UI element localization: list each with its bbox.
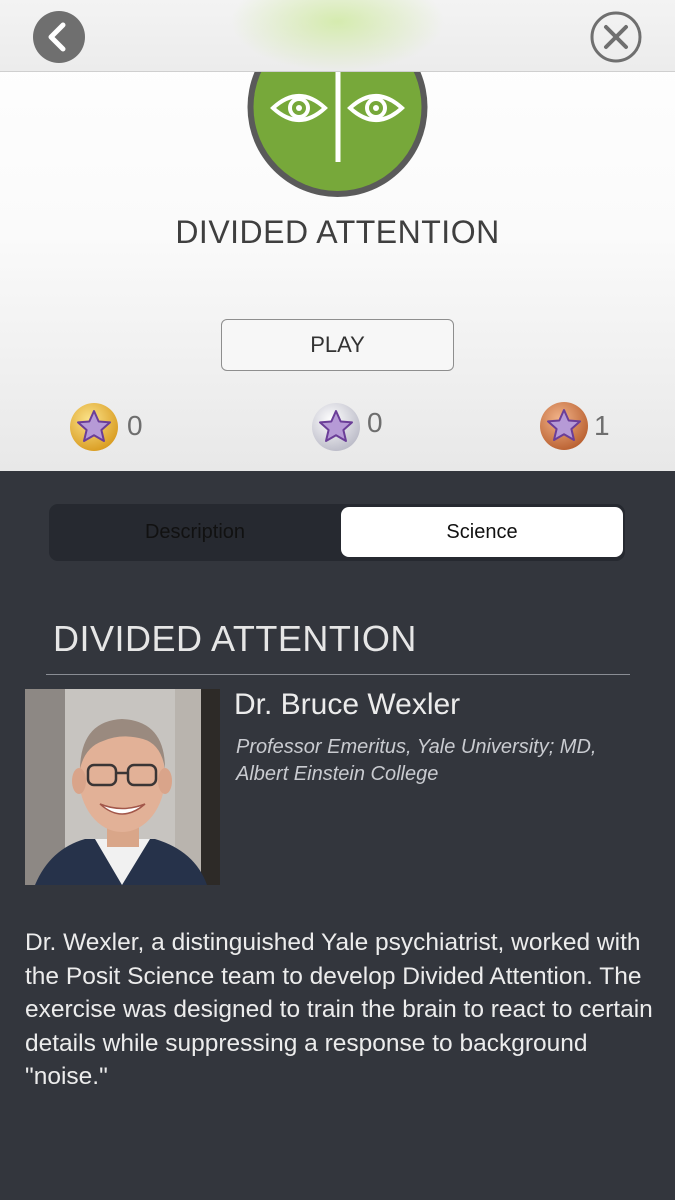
tab-science[interactable]: Science [341,507,623,557]
scientist-affiliation: Professor Emeritus, Yale University; MD,… [236,736,597,785]
silver-medal-icon [312,403,360,451]
divider [46,674,630,675]
gold-medal-count: 0 [127,410,143,441]
section-title: DIVIDED ATTENTION [53,618,417,659]
gold-medal-icon [70,403,118,451]
scientist-name: Dr. Bruce Wexler [234,688,461,721]
game-header-panel: DIVIDED ATTENTION PLAY 0 0 1 [0,0,675,471]
scientist-photo [25,689,220,885]
science-bio: Dr. Wexler, a distinguished Yale psychia… [25,929,653,1090]
segmented-tabs: Description Science [49,504,625,561]
back-button[interactable] [33,11,85,63]
play-button[interactable]: PLAY [221,319,454,371]
bronze-medal-count: 1 [594,410,610,441]
silver-medal-count: 0 [367,407,383,438]
close-button[interactable] [589,10,643,64]
chevron-left-icon [48,22,66,52]
tab-description[interactable]: Description [52,507,338,557]
game-title: DIVIDED ATTENTION [175,214,500,250]
close-circle-icon [590,11,642,63]
nav-bar [0,0,675,72]
icon-glow [230,0,445,72]
bronze-medal-icon [540,402,588,450]
